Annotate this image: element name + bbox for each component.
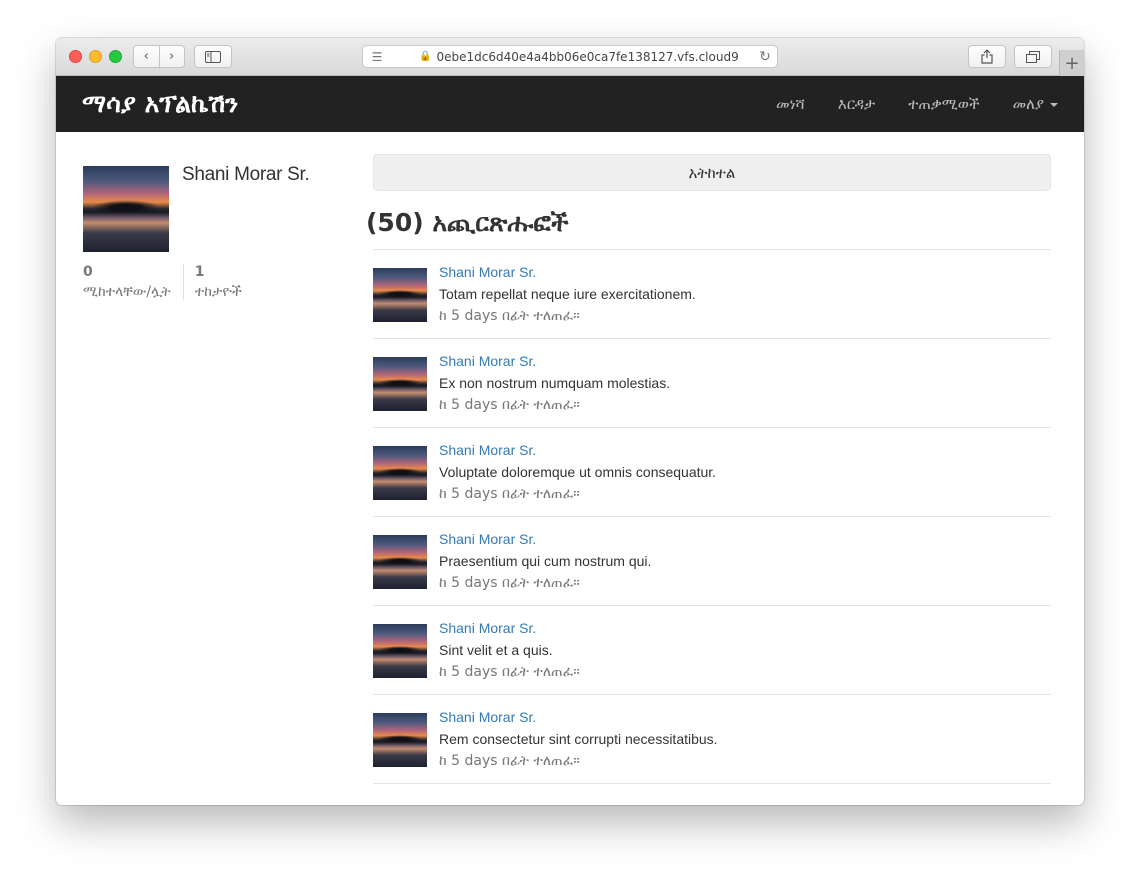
post-body: Ex non nostrum numquam molestias. — [439, 375, 671, 391]
post-author-link[interactable]: Shani Morar Sr. — [439, 353, 536, 369]
post-list: Shani Morar Sr. Totam repellat neque iur… — [373, 250, 1051, 784]
profile-stats: 0 ሚከተላቸው/ሏት 1 ተከታዮች — [83, 264, 254, 300]
post-avatar[interactable] — [373, 268, 427, 322]
post-timestamp: ከ 5 days በፊት ተለጠፈ። — [439, 397, 580, 413]
post-item: Shani Morar Sr. Ex non nostrum numquam m… — [373, 339, 1051, 428]
post-author-link[interactable]: Shani Morar Sr. — [439, 531, 536, 547]
posts-heading: (50) አጪርጽሑፎች — [366, 208, 569, 237]
stat-following-label: ሚከተላቸው/ሏት — [83, 284, 171, 300]
post-timestamp: ከ 5 days በፊት ተለጠፈ። — [439, 308, 580, 324]
top-navbar: ማሳያ አፕልኬሽን መነሻ እርዳታ ተጠቃሚወች መለያ — [56, 76, 1084, 132]
post-author-link[interactable]: Shani Morar Sr. — [439, 442, 536, 458]
post-timestamp: ከ 5 days በፊት ተለጠፈ። — [439, 753, 580, 769]
post-item: Shani Morar Sr. Totam repellat neque iur… — [373, 250, 1051, 339]
share-button[interactable] — [968, 45, 1006, 68]
post-author-link[interactable]: Shani Morar Sr. — [439, 264, 536, 280]
post-author-link[interactable]: Shani Morar Sr. — [439, 709, 536, 725]
post-avatar[interactable] — [373, 713, 427, 767]
nav-home[interactable]: መነሻ — [776, 95, 805, 113]
post-body: Totam repellat neque iure exercitationem… — [439, 286, 696, 302]
browser-toolbar: ‹ › ☰ 🔒 0ebe1dc6d40e4a4bb06e0ca7fe138127… — [56, 38, 1084, 76]
stat-following[interactable]: 0 ሚከተላቸው/ሏት — [83, 264, 183, 300]
post-body: Rem consectetur sint corrupti necessitat… — [439, 731, 718, 747]
lock-icon: 🔒 — [419, 51, 432, 62]
reader-icon[interactable]: ☰ — [363, 50, 391, 64]
plus-icon[interactable]: + — [1059, 50, 1084, 76]
post-item: Shani Morar Sr. Sint velit et a quis. ከ … — [373, 606, 1051, 695]
nav-account-dropdown[interactable]: መለያ — [1013, 95, 1058, 113]
post-timestamp: ከ 5 days በፊት ተለጠፈ። — [439, 664, 580, 680]
stat-followers-label: ተከታዮች — [194, 284, 242, 300]
nav-account-label: መለያ — [1012, 95, 1044, 113]
stat-followers-count: 1 — [194, 264, 205, 280]
stat-following-count: 0 — [83, 264, 93, 280]
post-author-link[interactable]: Shani Morar Sr. — [439, 620, 536, 636]
post-timestamp: ከ 5 days በፊት ተለጠፈ። — [439, 575, 580, 591]
sidebar-toggle-button[interactable] — [194, 45, 232, 68]
tabs-icon — [1026, 50, 1040, 63]
post-avatar[interactable] — [373, 535, 427, 589]
post-avatar[interactable] — [373, 357, 427, 411]
brand-logo[interactable]: ማሳያ አፕልኬሽን — [82, 89, 238, 119]
history-nav: ‹ › — [133, 45, 185, 68]
post-avatar[interactable] — [373, 624, 427, 678]
post-item: Shani Morar Sr. Praesentium qui cum nost… — [373, 517, 1051, 606]
post-body: Sint velit et a quis. — [439, 642, 553, 658]
share-icon — [981, 49, 993, 64]
address-bar[interactable]: ☰ 🔒 0ebe1dc6d40e4a4bb06e0ca7fe138127.vfs… — [362, 45, 778, 68]
profile-name: Shani Morar Sr. — [182, 164, 310, 185]
chevron-left-icon[interactable]: ‹ — [134, 49, 159, 64]
url-text: 0ebe1dc6d40e4a4bb06e0ca7fe138127.vfs.clo… — [436, 49, 739, 64]
post-item: Shani Morar Sr. Rem consectetur sint cor… — [373, 695, 1051, 784]
post-body: Voluptate doloremque ut omnis consequatu… — [439, 464, 717, 480]
tab-overview-button[interactable] — [1014, 45, 1052, 68]
chevron-right-icon[interactable]: › — [159, 49, 184, 64]
profile-avatar — [83, 166, 169, 252]
stat-followers[interactable]: 1 ተከታዮች — [182, 264, 254, 300]
post-item: Shani Morar Sr. Voluptate doloremque ut … — [373, 428, 1051, 517]
browser-window: ‹ › ☰ 🔒 0ebe1dc6d40e4a4bb06e0ca7fe138127… — [56, 38, 1084, 805]
nav-help[interactable]: እርዳታ — [838, 95, 875, 113]
nav-links: መነሻ እርዳታ ተጠቃሚወች መለያ — [743, 95, 1058, 113]
sidebar-icon — [205, 50, 221, 63]
post-body: Praesentium qui cum nostrum qui. — [439, 553, 652, 569]
nav-users[interactable]: ተጠቃሚወች — [908, 95, 979, 113]
page-content: Shani Morar Sr. 0 ሚከተላቸው/ሏት 1 ተከታዮች አትከተ… — [56, 132, 1084, 805]
post-avatar[interactable] — [373, 446, 427, 500]
reload-icon[interactable]: ↻ — [753, 49, 777, 65]
caret-down-icon — [1050, 102, 1058, 107]
close-window-button[interactable] — [69, 50, 82, 63]
zoom-window-button[interactable] — [109, 50, 122, 63]
post-timestamp: ከ 5 days በፊት ተለጠፈ። — [439, 486, 580, 502]
unfollow-button[interactable]: አትከተል — [373, 154, 1051, 191]
minimize-window-button[interactable] — [89, 50, 102, 63]
